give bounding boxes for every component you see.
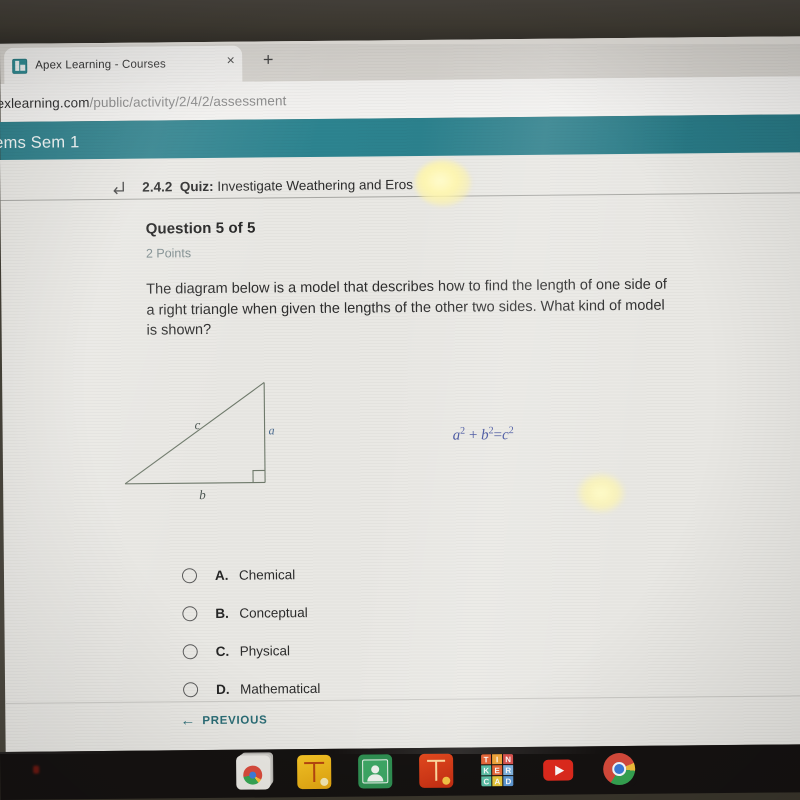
tinkercad-letter-0: T xyxy=(481,754,492,765)
answer-choice-b[interactable]: B. Conceptual xyxy=(182,593,320,632)
yellow-cad-icon[interactable] xyxy=(297,754,332,790)
answer-choice-d[interactable]: D. Mathematical xyxy=(183,669,321,708)
answer-choice-c[interactable]: C. Physical xyxy=(182,631,321,670)
tinkercad-letter-5: R xyxy=(503,765,514,776)
radio-button-d[interactable] xyxy=(183,681,199,697)
radio-button-c[interactable] xyxy=(182,643,198,659)
red-burst-icon[interactable] xyxy=(419,753,454,788)
choice-label-c: Physical xyxy=(239,642,291,659)
previous-button[interactable]: ← PREVIOUS xyxy=(180,712,268,730)
choice-letter-c: C. xyxy=(215,643,230,659)
previous-button-label: PREVIOUS xyxy=(202,713,268,727)
google-classroom-icon[interactable] xyxy=(358,754,393,789)
choice-letter-a: A. xyxy=(214,567,229,583)
new-tab-icon[interactable]: + xyxy=(258,49,278,70)
diagram-label-hypotenuse: c xyxy=(194,417,201,433)
quiz-header-bar: 2.4.2 Quiz: Investigate Weathering and E… xyxy=(0,158,800,210)
tinkercad-letter-6: C xyxy=(481,776,492,787)
tinkercad-letter-8: D xyxy=(503,776,514,787)
question-text: The diagram below is a model that descri… xyxy=(146,276,668,339)
radio-button-a[interactable] xyxy=(181,567,198,583)
diagram-label-base: b xyxy=(199,487,206,503)
tinkercad-letter-4: E xyxy=(492,765,503,776)
answer-choices: A. Chemical B. Conceptual C. Physical D.… xyxy=(181,555,321,708)
youtube-icon[interactable] xyxy=(541,752,576,787)
right-triangle-diagram: c a b a2 + b2=c2 xyxy=(112,370,553,509)
diagram-label-vertical: a xyxy=(268,423,275,438)
os-taskbar: T I N K E R C A D xyxy=(0,744,800,800)
choice-label-b: Conceptual xyxy=(239,604,308,621)
tinkercad-letter-1: I xyxy=(492,754,503,765)
quiz-type: Quiz: xyxy=(179,178,214,194)
assessment-page: 2.4.2 Quiz: Investigate Weathering and E… xyxy=(0,152,800,752)
taskbar-indicator-dot xyxy=(33,765,40,774)
url-path: /public/activity/2/4/2/assessment xyxy=(89,92,287,110)
question-content: Question 5 of 5 2 Points The diagram bel… xyxy=(146,215,707,341)
laptop-screen-photo: Apex Learning - Courses × + exlearning.c… xyxy=(0,0,800,800)
formula-c-exp: 2 xyxy=(508,425,514,437)
course-title: ems Sem 1 xyxy=(0,132,80,152)
question-counter: Question 5 of 5 xyxy=(145,219,256,238)
arrow-left-icon: ← xyxy=(180,712,196,730)
choice-letter-b: B. xyxy=(215,605,229,621)
formula-b: b xyxy=(481,427,489,444)
quiz-name: Investigate Weathering and Eros xyxy=(217,176,414,194)
tinkercad-icon[interactable]: T I N K E R C A D xyxy=(480,753,515,788)
formula-plus: + xyxy=(468,427,478,444)
back-arrow-icon[interactable] xyxy=(112,179,128,195)
apex-favicon-icon xyxy=(12,58,28,74)
tinkercad-letter-2: N xyxy=(503,754,514,765)
quiz-number: 2.4.2 xyxy=(142,178,173,195)
choice-label-a: Chemical xyxy=(238,566,296,583)
formula-a: a xyxy=(452,427,461,444)
tinkercad-letter-7: A xyxy=(492,776,503,787)
footer-divider xyxy=(5,695,800,704)
pythagorean-formula: a2 + b2=c2 xyxy=(453,425,514,445)
quiz-title: 2.4.2 Quiz: Investigate Weathering and E… xyxy=(142,177,413,195)
radio-button-b[interactable] xyxy=(182,605,198,621)
browser-chrome: Apex Learning - Courses × + exlearning.c… xyxy=(0,36,800,122)
url-domain: exlearning.com xyxy=(0,94,90,111)
question-points: 2 Points xyxy=(145,246,192,261)
chrome-windows-icon[interactable] xyxy=(236,755,271,790)
answer-choice-a[interactable]: A. Chemical xyxy=(181,555,320,594)
choice-letter-d: D. xyxy=(216,681,230,697)
chrome-icon[interactable] xyxy=(602,751,637,787)
address-bar-url: exlearning.com/public/activity/2/4/2/ass… xyxy=(0,93,286,111)
taskbar-icon-group: T I N K E R C A D xyxy=(236,751,637,790)
tinkercad-letter-3: K xyxy=(481,765,492,776)
browser-tab-title: Apex Learning - Courses xyxy=(35,58,166,72)
choice-label-d: Mathematical xyxy=(240,680,321,697)
browser-tab-apex-learning[interactable]: Apex Learning - Courses xyxy=(4,45,243,84)
close-icon[interactable]: × xyxy=(222,52,239,69)
